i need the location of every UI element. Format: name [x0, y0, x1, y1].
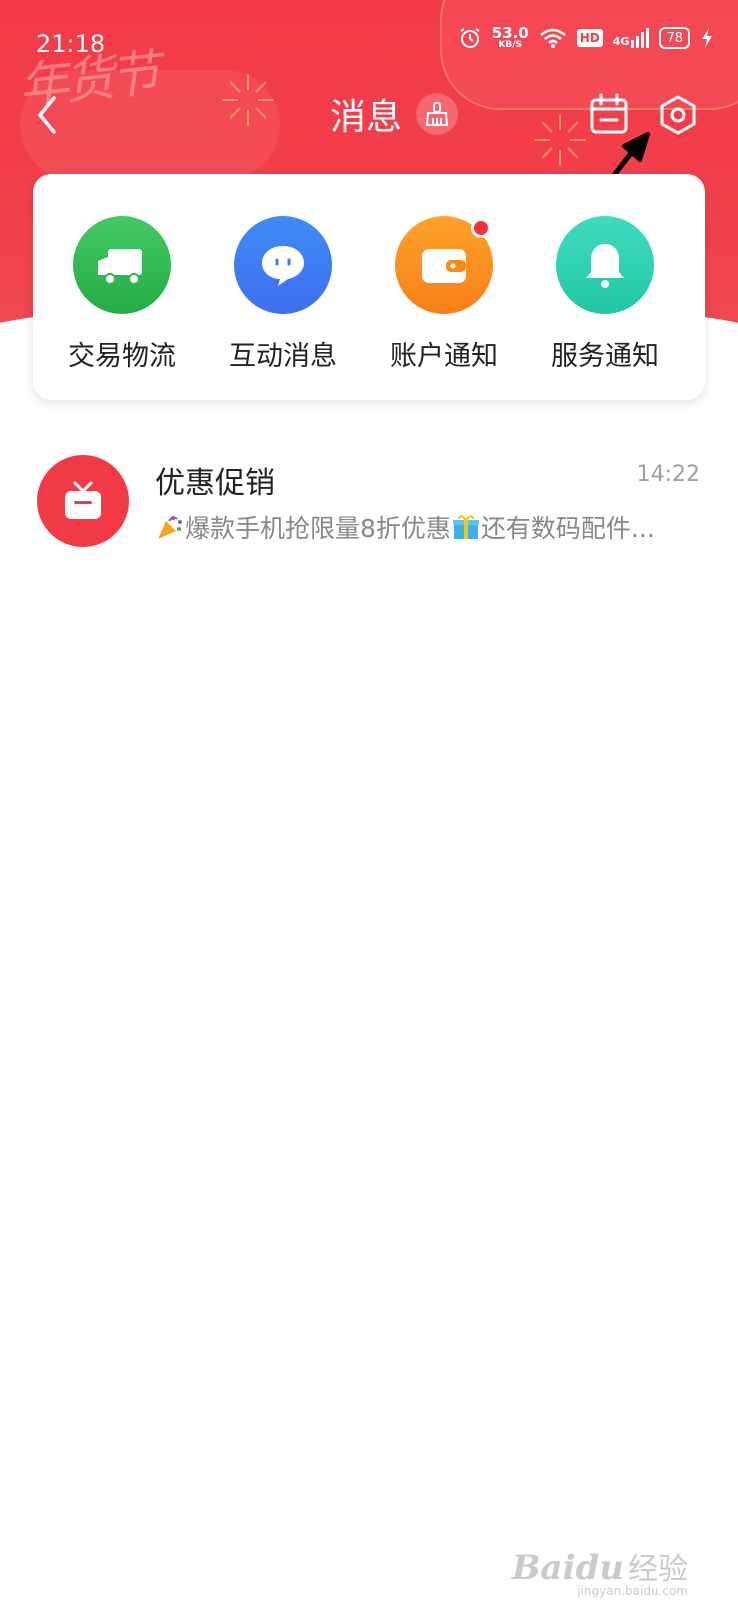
alarm-icon — [460, 28, 480, 48]
title-group: 消息 — [330, 88, 459, 140]
category-label: 账户通知 — [390, 341, 498, 372]
message-title: 优惠促销 — [155, 466, 275, 501]
status-time: 21:18 — [36, 30, 106, 58]
message-row-promotion[interactable]: 优惠促销 14:22 爆款手机抢限量8折优惠 还有数码配件... — [0, 452, 738, 562]
firework-icon — [534, 114, 586, 166]
hd-badge: HD — [576, 29, 603, 47]
calendar-button[interactable] — [589, 93, 629, 135]
message-time: 14:22 — [636, 462, 700, 487]
firework-icon — [222, 74, 274, 126]
signal-icon: 4G — [613, 28, 650, 48]
party-popper-icon — [158, 516, 182, 539]
status-bar: 21:18 53.0 KB/S HD 4G 78 — [0, 22, 738, 68]
wrapped-gift-icon — [452, 515, 479, 539]
category-account-notice[interactable]: 账户通知 — [374, 216, 514, 376]
category-label: 服务通知 — [551, 341, 659, 372]
wallet-icon — [422, 249, 466, 283]
battery-indicator: 78 — [659, 27, 690, 49]
page-title: 消息 — [330, 97, 403, 138]
category-service-notice[interactable]: 服务通知 — [535, 216, 675, 376]
back-button[interactable] — [30, 90, 70, 140]
category-trade-logistics[interactable]: 交易物流 — [52, 216, 192, 376]
message-category-card: 交易物流 互动消息 账户通知 服务通知 — [33, 174, 705, 400]
baidu-watermark: Baidu 经验 jingyan.baidu.com — [511, 1548, 688, 1598]
truck-icon — [98, 249, 142, 285]
promotion-avatar — [37, 455, 129, 547]
clear-unread-button[interactable] — [416, 93, 459, 135]
status-icons: 53.0 KB/S HD 4G 78 — [458, 26, 714, 50]
category-label: 交易物流 — [68, 341, 176, 372]
net-speed: 53.0 KB/S — [491, 24, 529, 50]
gift-icon — [65, 481, 101, 519]
settings-button[interactable] — [658, 95, 698, 135]
wifi-icon — [539, 28, 566, 48]
unread-badge — [471, 218, 491, 238]
category-interaction-messages[interactable]: 互动消息 — [213, 216, 353, 376]
chat-bubble-icon — [262, 246, 304, 286]
category-label: 互动消息 — [229, 341, 337, 372]
message-preview: 爆款手机抢限量8折优惠 还有数码配件... — [155, 509, 685, 545]
bell-icon — [586, 244, 624, 288]
broom-icon — [425, 102, 449, 126]
charging-icon — [702, 28, 712, 48]
